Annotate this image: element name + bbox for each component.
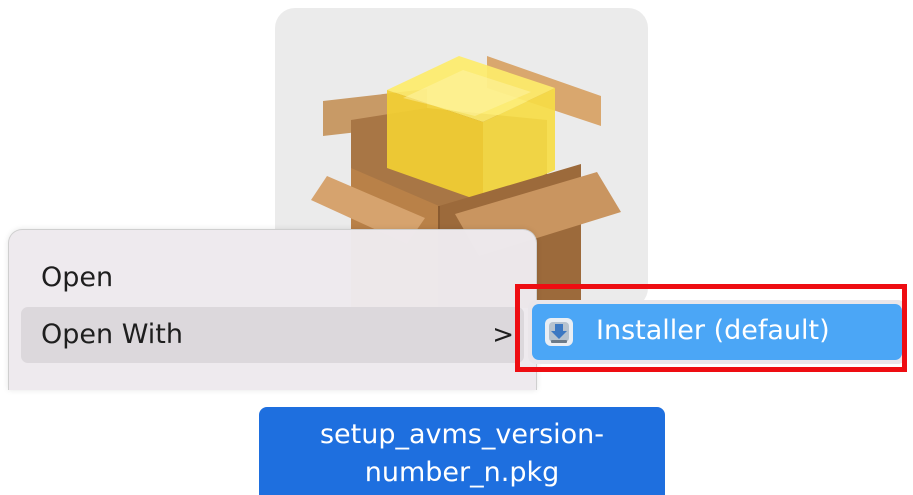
submenu-item-label: Installer (default)	[596, 315, 830, 346]
file-name-label[interactable]: setup_avms_version- number_n.pkg	[259, 407, 665, 495]
context-menu: Open Open With >	[8, 229, 537, 390]
submenu-item-installer[interactable]: Installer (default)	[532, 304, 902, 360]
menu-item-label: Open	[41, 262, 114, 293]
open-with-submenu: Installer (default)	[528, 300, 906, 364]
menu-item-open[interactable]: Open	[21, 250, 524, 306]
installer-icon	[545, 318, 573, 346]
desktop: Open Open With > Installer (default) set…	[0, 0, 913, 495]
menu-item-open-with[interactable]: Open With >	[21, 307, 524, 363]
chevron-right-icon: >	[492, 320, 514, 350]
menu-item-label: Open With	[41, 319, 184, 350]
file-name-line2: number_n.pkg	[364, 457, 560, 488]
file-name-line1: setup_avms_version-	[319, 419, 605, 450]
